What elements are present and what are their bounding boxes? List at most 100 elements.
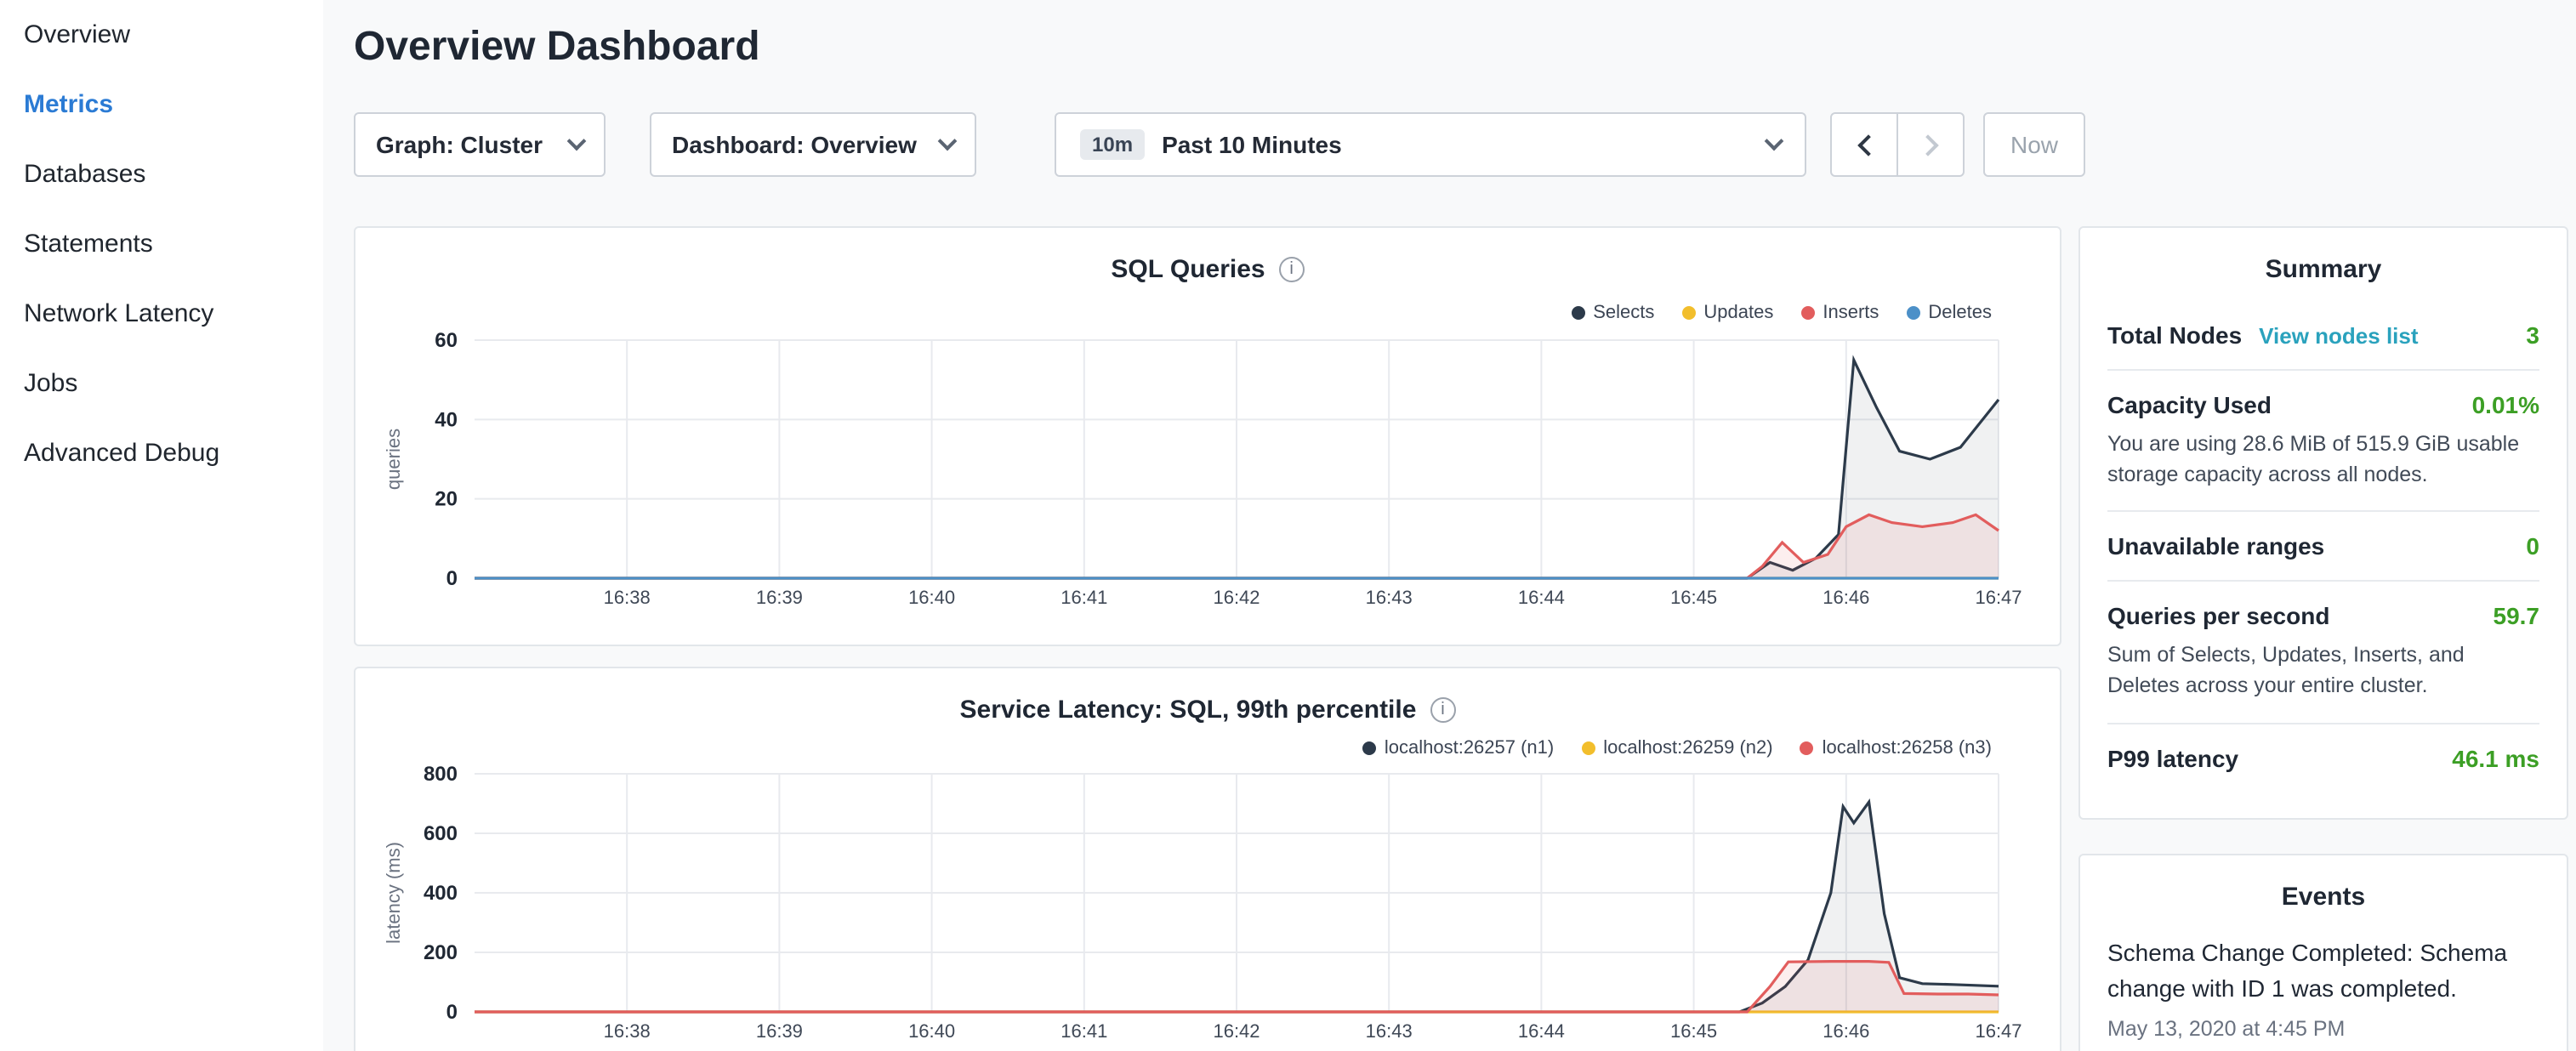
- legend-dot-icon: [1571, 306, 1584, 320]
- chart-title-row: SQL Queries i: [355, 255, 2060, 284]
- legend-dot-icon: [1800, 306, 1814, 320]
- chart-title-row: Service Latency: SQL, 99th percentile i: [355, 696, 2060, 724]
- legend-label: Selects: [1593, 303, 1654, 323]
- graph-scope-dropdown[interactable]: Graph: Cluster: [354, 112, 606, 177]
- svg-text:16:40: 16:40: [908, 1020, 955, 1042]
- legend-dot-icon: [1800, 741, 1814, 755]
- events-title: Events: [2107, 855, 2539, 929]
- summary-label: Queries per second: [2107, 603, 2329, 630]
- svg-text:16:39: 16:39: [756, 587, 803, 608]
- events-panel: Events Schema Change Completed: Schema c…: [2078, 854, 2568, 1051]
- dashboard-dropdown[interactable]: Dashboard: Overview: [650, 112, 976, 177]
- svg-text:16:46: 16:46: [1823, 587, 1869, 608]
- summary-panel: Summary Total Nodes View nodes list 3 Ca…: [2078, 226, 2568, 820]
- sidebar-item-network-latency[interactable]: Network Latency: [0, 279, 323, 349]
- svg-text:16:47: 16:47: [1975, 587, 2022, 608]
- legend-dot-icon: [1581, 741, 1595, 755]
- sidebar-item-statements[interactable]: Statements: [0, 209, 323, 279]
- legend-item[interactable]: localhost:26258 (n3): [1800, 738, 1992, 758]
- svg-text:16:44: 16:44: [1518, 1020, 1565, 1042]
- time-range-dropdown[interactable]: 10m Past 10 Minutes: [1055, 112, 1806, 177]
- summary-row-total-nodes: Total Nodes View nodes list 3: [2107, 301, 2539, 371]
- event-timestamp: May 13, 2020 at 4:45 PM: [2107, 1017, 2539, 1041]
- now-button[interactable]: Now: [1983, 112, 2085, 177]
- legend-label: localhost:26259 (n2): [1603, 738, 1772, 758]
- legend-item[interactable]: Inserts: [1800, 303, 1879, 323]
- legend-label: Updates: [1703, 303, 1773, 323]
- summary-label: P99 latency: [2107, 744, 2238, 771]
- svg-text:200: 200: [424, 941, 458, 964]
- svg-text:16:42: 16:42: [1213, 587, 1260, 608]
- summary-label: Total Nodes: [2107, 321, 2242, 349]
- svg-text:16:41: 16:41: [1061, 1020, 1107, 1042]
- chevron-down-icon: [567, 132, 587, 151]
- chevron-down-icon: [1765, 132, 1784, 151]
- svg-text:queries: queries: [383, 429, 404, 490]
- summary-description: Sum of Selects, Updates, Inserts, and De…: [2107, 640, 2539, 702]
- svg-text:16:42: 16:42: [1213, 1020, 1260, 1042]
- dashboard-label: Dashboard: Overview: [672, 131, 917, 158]
- chart-legend: localhost:26257 (n1) localhost:26259 (n2)…: [1362, 738, 1992, 758]
- svg-text:16:39: 16:39: [756, 1020, 803, 1042]
- time-prev-button[interactable]: [1830, 112, 1898, 177]
- legend-item[interactable]: Selects: [1571, 303, 1654, 323]
- svg-text:16:43: 16:43: [1366, 587, 1413, 608]
- service-latency-chart[interactable]: 020040060080016:3816:3916:4016:4116:4216…: [355, 668, 2063, 1051]
- chevron-left-icon: [1857, 134, 1878, 155]
- summary-row-unavailable-ranges: Unavailable ranges 0: [2107, 513, 2539, 582]
- svg-text:60: 60: [435, 329, 458, 352]
- sql-queries-chart[interactable]: 020406016:3816:3916:4016:4116:4216:4316:…: [355, 228, 2063, 648]
- sidebar-item-jobs[interactable]: Jobs: [0, 349, 323, 418]
- event-item: Schema Change Completed: Schema change w…: [2107, 935, 2539, 1041]
- summary-title: Summary: [2107, 228, 2539, 301]
- summary-value: 0: [2526, 533, 2539, 560]
- svg-text:16:45: 16:45: [1670, 587, 1717, 608]
- svg-text:16:44: 16:44: [1518, 587, 1565, 608]
- sidebar-item-metrics[interactable]: Metrics: [0, 70, 323, 139]
- legend-item[interactable]: localhost:26259 (n2): [1581, 738, 1772, 758]
- sidebar-item-overview[interactable]: Overview: [0, 0, 323, 70]
- app: Overview Metrics Databases Statements Ne…: [0, 0, 2576, 1051]
- chart-legend: Selects Updates Inserts Deletes: [1571, 303, 1992, 323]
- legend-item[interactable]: Updates: [1681, 303, 1773, 323]
- svg-text:800: 800: [424, 763, 458, 786]
- svg-text:16:47: 16:47: [1975, 1020, 2022, 1042]
- info-icon[interactable]: i: [1279, 257, 1305, 282]
- service-latency-card: 020040060080016:3816:3916:4016:4116:4216…: [354, 667, 2061, 1051]
- svg-text:20: 20: [435, 488, 458, 511]
- chart-title: Service Latency: SQL, 99th percentile: [960, 696, 1417, 724]
- svg-text:0: 0: [446, 1001, 458, 1024]
- legend-dot-icon: [1906, 306, 1919, 320]
- summary-value: 59.7: [2494, 603, 2540, 630]
- view-nodes-link[interactable]: View nodes list: [2259, 323, 2418, 349]
- time-next-button[interactable]: [1896, 112, 1965, 177]
- legend-item[interactable]: Deletes: [1906, 303, 1992, 323]
- legend-label: Deletes: [1928, 303, 1992, 323]
- summary-value: 0.01%: [2472, 391, 2539, 418]
- svg-text:16:45: 16:45: [1670, 1020, 1717, 1042]
- summary-description: You are using 28.6 MiB of 515.9 GiB usab…: [2107, 429, 2539, 491]
- chevron-down-icon: [938, 132, 958, 151]
- legend-item[interactable]: localhost:26257 (n1): [1362, 738, 1554, 758]
- legend-label: localhost:26257 (n1): [1385, 738, 1554, 758]
- svg-text:400: 400: [424, 882, 458, 905]
- svg-text:16:41: 16:41: [1061, 587, 1107, 608]
- sidebar-item-advanced-debug[interactable]: Advanced Debug: [0, 418, 323, 488]
- legend-dot-icon: [1362, 741, 1376, 755]
- page-title: Overview Dashboard: [354, 24, 760, 71]
- svg-text:16:38: 16:38: [604, 587, 651, 608]
- summary-row-queries-per-second: Queries per second 59.7 Sum of Selects, …: [2107, 582, 2539, 724]
- info-icon[interactable]: i: [1430, 697, 1455, 723]
- summary-row-p99-latency: P99 latency 46.1 ms: [2107, 724, 2539, 792]
- svg-text:600: 600: [424, 822, 458, 845]
- summary-value: 3: [2526, 321, 2539, 349]
- summary-label: Unavailable ranges: [2107, 533, 2324, 560]
- svg-text:40: 40: [435, 408, 458, 431]
- sidebar-item-databases[interactable]: Databases: [0, 139, 323, 209]
- legend-label: localhost:26258 (n3): [1823, 738, 1992, 758]
- summary-row-capacity-used: Capacity Used 0.01% You are using 28.6 M…: [2107, 371, 2539, 513]
- legend-label: Inserts: [1823, 303, 1879, 323]
- chevron-right-icon: [1916, 134, 1937, 155]
- event-text: Schema Change Completed: Schema change w…: [2107, 935, 2539, 1007]
- legend-dot-icon: [1681, 306, 1695, 320]
